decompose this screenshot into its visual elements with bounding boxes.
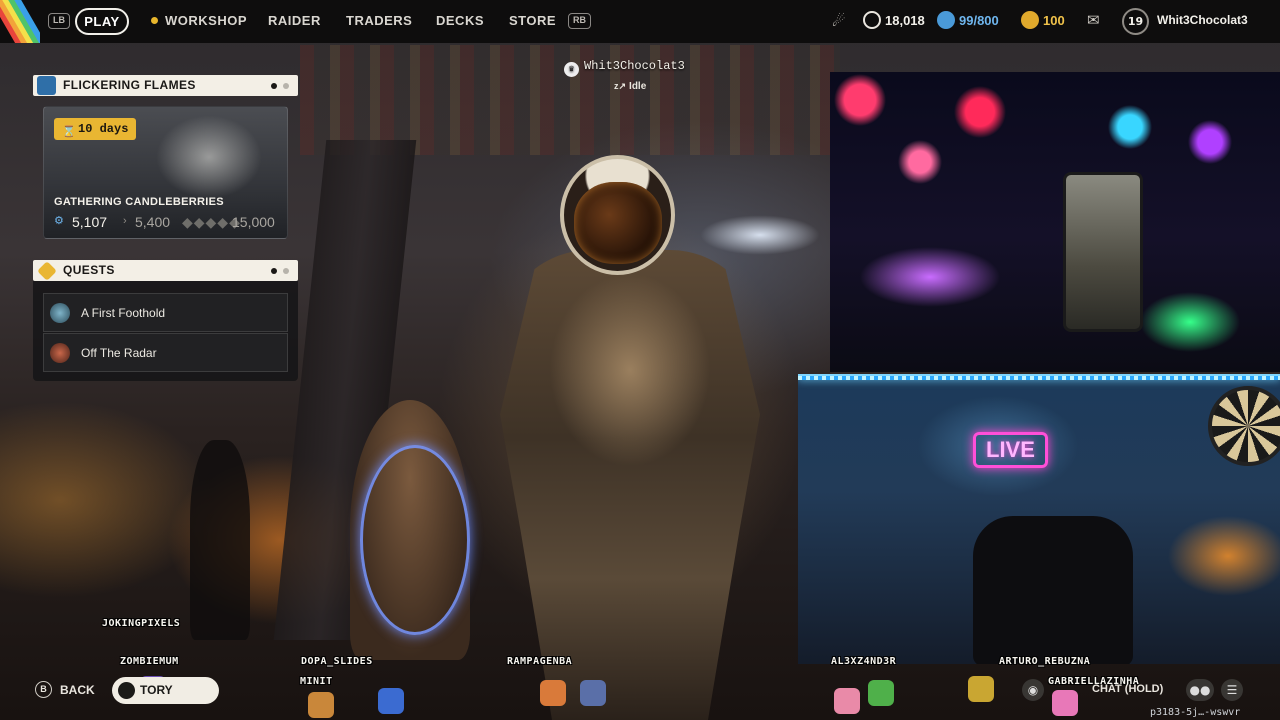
pager-dots xyxy=(265,75,289,96)
quests-list: A First Foothold Off The Radar xyxy=(33,281,298,381)
workshop-notification-dot xyxy=(151,17,158,24)
cred-count: 100 xyxy=(1043,13,1065,28)
neon-light-coil xyxy=(360,445,470,635)
chat-pet-sprite xyxy=(968,676,994,702)
inventory-label: TORY xyxy=(140,683,173,697)
chat-pet-sprite xyxy=(540,680,566,706)
webcam-pc-setup xyxy=(830,72,1280,372)
chat-username: AL3XZ4ND3R xyxy=(831,656,897,667)
chat-username: DOPA_SLIDES xyxy=(301,656,373,667)
dartboard xyxy=(1208,386,1280,466)
quest-label: Off The Radar xyxy=(81,346,157,360)
raider-token-icon xyxy=(937,11,955,29)
mail-icon[interactable]: ✉ xyxy=(1087,11,1100,29)
background-npc-silhouette xyxy=(190,440,250,640)
event-progress-current: 5,107 xyxy=(72,214,108,230)
back-button[interactable]: BACK xyxy=(60,683,95,697)
view-button-icon xyxy=(118,682,135,699)
chat-pet-sprite xyxy=(378,688,404,714)
quest-giver-avatar xyxy=(50,303,70,323)
quest-item[interactable]: Off The Radar xyxy=(43,333,288,372)
chat-username: RAMPAGENBA xyxy=(507,656,573,667)
quest-diamond-icon xyxy=(37,261,57,281)
chat-hold-hint[interactable]: CHAT (HOLD) xyxy=(1092,683,1163,695)
chat-pet-sprite xyxy=(834,688,860,714)
player-level-badge: 19 xyxy=(1122,8,1149,35)
chat-pet-sprite xyxy=(1052,690,1078,716)
quest-item[interactable]: A First Foothold xyxy=(43,293,288,332)
led-strip xyxy=(798,376,1280,380)
event-timer-text: 10 days xyxy=(78,122,129,136)
phone-screen xyxy=(1063,172,1143,332)
event-title: FLICKERING FLAMES xyxy=(63,78,196,92)
player-character-body xyxy=(500,250,760,720)
chat-username: JOKINGPIXELS xyxy=(102,618,181,629)
quests-title: QUESTS xyxy=(63,263,115,277)
event-timer-badge: ⌛ 10 days xyxy=(54,118,137,140)
quest-giver-avatar xyxy=(50,343,70,363)
quest-label: A First Foothold xyxy=(81,306,166,320)
nameplate-text: Whit3Chocolat3 xyxy=(584,59,685,73)
raider-token-count: 99/800 xyxy=(959,13,999,28)
chat-pet-sprite xyxy=(308,692,334,718)
social-icon[interactable]: ☄ xyxy=(832,12,845,30)
top-navigation-bar: LB PLAY WORKSHOP RAIDER TRADERS DECKS ST… xyxy=(0,0,1280,43)
player-character-visor xyxy=(574,182,662,264)
xbox-button-icon: ◉ xyxy=(1022,679,1044,701)
tab-play[interactable]: PLAY xyxy=(75,8,129,35)
hourglass-icon: ⌛ xyxy=(62,127,76,139)
gear-icon: ⚙ xyxy=(54,215,64,227)
player-status-text: Idle xyxy=(629,81,647,92)
brand-stripes-icon xyxy=(0,0,40,43)
tab-store[interactable]: STORE xyxy=(509,13,556,28)
gear-icon xyxy=(37,76,56,95)
menu-icon[interactable]: ☰ xyxy=(1221,679,1243,701)
sleep-icon: z↗ xyxy=(614,81,627,91)
event-objective: GATHERING CANDLEBERRIES xyxy=(54,196,224,208)
b-button-icon: B xyxy=(35,681,52,698)
tab-traders[interactable]: TRADERS xyxy=(346,13,412,28)
pager-dots xyxy=(265,260,289,281)
coin-count: 18,018 xyxy=(885,13,925,28)
event-progress-next: 5,400 xyxy=(135,214,171,230)
webcam-streamer-room: LIVE xyxy=(798,374,1280,664)
event-card[interactable]: ⌛ 10 days GATHERING CANDLEBERRIES ⚙ 5,10… xyxy=(43,106,288,239)
lb-bumper-icon: LB xyxy=(48,13,70,29)
chat-username: ARTURO_REBUZNA xyxy=(999,656,1091,667)
chat-username: MINIT xyxy=(300,676,333,687)
tab-decks[interactable]: DECKS xyxy=(436,13,484,28)
session-watermark: p3183-5j…-wswvr xyxy=(1150,707,1241,718)
gaming-chair xyxy=(973,516,1133,664)
event-progress-max: 15,000 xyxy=(232,214,275,230)
chat-pet-sprite xyxy=(580,680,606,706)
player-name[interactable]: Whit3Chocolat3 xyxy=(1157,13,1248,27)
chat-pet-sprite xyxy=(868,680,894,706)
event-panel-header[interactable]: FLICKERING FLAMES xyxy=(33,75,298,96)
ceiling-light xyxy=(700,215,820,255)
player-status: z↗ Idle xyxy=(614,81,646,92)
party-icon[interactable]: ●● xyxy=(1186,679,1214,701)
tab-workshop[interactable]: WORKSHOP xyxy=(165,13,247,28)
cred-icon xyxy=(1021,11,1039,29)
live-neon-sign: LIVE xyxy=(973,432,1048,468)
rb-bumper-icon: RB xyxy=(568,13,591,29)
coin-icon xyxy=(863,11,881,29)
chat-username: ZOMBIEMUM xyxy=(120,656,179,667)
quests-panel-header[interactable]: QUESTS xyxy=(33,260,298,281)
crown-icon: ♛ xyxy=(564,62,579,77)
inventory-button[interactable]: TORY xyxy=(112,677,219,704)
player-nameplate: ♛ Whit3Chocolat3 xyxy=(564,59,685,77)
chevron-right-icon: › xyxy=(123,215,127,227)
tab-raider[interactable]: RAIDER xyxy=(268,13,321,28)
event-progress: ⚙ 5,107 › 5,400 ◆◆◆◆◆ 15,000 xyxy=(54,214,280,232)
